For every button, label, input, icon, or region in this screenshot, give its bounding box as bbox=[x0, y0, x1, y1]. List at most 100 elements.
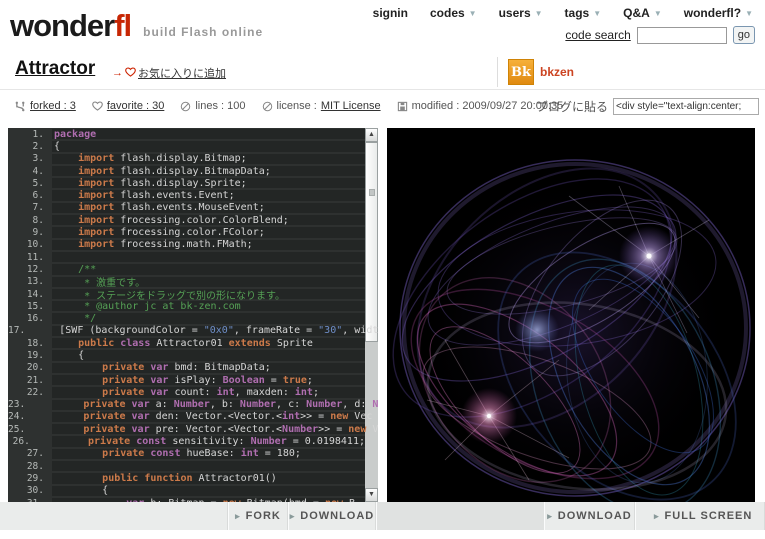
fork-icon bbox=[15, 101, 26, 112]
line-number: 19. bbox=[8, 350, 44, 361]
nav-wonderfl-[interactable]: wonderfl?▼ bbox=[684, 6, 753, 20]
nav-users[interactable]: users▼ bbox=[499, 6, 543, 20]
code-line: 22. private var count: int, maxden: int; bbox=[8, 386, 365, 398]
code-search-row: code search go bbox=[565, 26, 755, 44]
scrollbar-thumb[interactable] bbox=[365, 142, 378, 342]
code-line: 10. import frocessing.math.FMath; bbox=[8, 239, 365, 251]
code-line: 24. private var den: Vector.<Vector.<int… bbox=[8, 411, 365, 423]
editor-scrollbar[interactable]: ▲ ▼ bbox=[365, 128, 378, 502]
nav-label: signin bbox=[373, 6, 408, 20]
meta-lines: lines : 100 bbox=[180, 100, 245, 112]
line-number: 20. bbox=[8, 362, 44, 373]
flash-stage[interactable] bbox=[387, 128, 755, 502]
nav-label: tags bbox=[565, 6, 590, 20]
nav-label: Q&A bbox=[623, 6, 650, 20]
chevron-down-icon: ▼ bbox=[654, 9, 662, 18]
line-text: [SWF (backgroundColor = "0x0", frameRate… bbox=[35, 325, 378, 336]
meta-link[interactable]: favorite : 30 bbox=[107, 100, 164, 112]
line-text: import flash.events.MouseEvent; bbox=[54, 202, 265, 213]
line-text: import frocessing.color.ColorBlend; bbox=[54, 215, 289, 226]
line-text: { bbox=[54, 141, 60, 152]
author-avatar[interactable]: Bk bbox=[508, 59, 534, 85]
code-line: 31. var b: Bitmap = new Bitmap(bmd = new… bbox=[8, 497, 365, 502]
author-name-link[interactable]: bkzen bbox=[540, 65, 574, 79]
code-line: 16. */ bbox=[8, 312, 365, 324]
blog-embed-group: ブログに貼る bbox=[536, 98, 759, 115]
nav-signin[interactable]: signin bbox=[373, 6, 408, 20]
fork-button[interactable]: ▸ FORK bbox=[228, 502, 288, 530]
bottom-bar-spacer bbox=[0, 502, 228, 530]
line-text: private var count: int, maxden: int; bbox=[54, 387, 319, 398]
line-number: 22. bbox=[8, 387, 44, 398]
line-text: * @author jc at bk-zen.com bbox=[54, 301, 241, 312]
search-go-button[interactable]: go bbox=[733, 26, 755, 44]
line-text: import flash.display.Bitmap; bbox=[54, 153, 247, 164]
line-text: import frocessing.color.FColor; bbox=[54, 227, 265, 238]
download-swf-button[interactable]: ▸ DOWNLOAD bbox=[544, 502, 635, 530]
download-source-button[interactable]: ▸ DOWNLOAD bbox=[288, 502, 376, 530]
meta-items: forked : 3 favorite : 30 lines : 100 licens… bbox=[15, 100, 563, 112]
nav-tags[interactable]: tags▼ bbox=[565, 6, 602, 20]
line-number: 30. bbox=[8, 485, 44, 496]
line-number: 15. bbox=[8, 301, 44, 312]
meta-link[interactable]: forked : 3 bbox=[30, 100, 76, 112]
code-search-input[interactable] bbox=[637, 27, 727, 44]
title-bar: Attractor → お気に入りに追加 Bk bkzen bbox=[0, 54, 765, 90]
nav-label: wonderfl? bbox=[684, 6, 741, 20]
blog-embed-input[interactable] bbox=[613, 98, 759, 115]
add-to-favorites-link[interactable]: → お気に入りに追加 bbox=[112, 65, 226, 81]
code-editor[interactable]: 1.package2.{3. import flash.display.Bitm… bbox=[8, 128, 378, 502]
code-line: 8. import frocessing.color.ColorBlend; bbox=[8, 214, 365, 226]
code-line: 29. public function Attractor01() bbox=[8, 472, 365, 484]
code-line: 1.package bbox=[8, 128, 365, 140]
logo-text: wonderfl bbox=[10, 8, 131, 44]
scrollbar-grip bbox=[369, 189, 375, 196]
line-text: private var den: Vector.<Vector.<int>> =… bbox=[35, 411, 372, 422]
code-line: 26. private const sensitivity: Number = … bbox=[8, 435, 365, 447]
line-number: 11. bbox=[8, 252, 44, 263]
code-search-link[interactable]: code search bbox=[565, 28, 630, 42]
license-link[interactable]: MIT License bbox=[321, 100, 381, 112]
line-text: import flash.display.BitmapData; bbox=[54, 166, 271, 177]
nav-codes[interactable]: codes▼ bbox=[430, 6, 477, 20]
triangle-right-icon: ▸ bbox=[547, 511, 552, 522]
line-number: 31. bbox=[8, 498, 44, 502]
red-arrow-icon: → bbox=[112, 67, 123, 79]
line-number: 24. bbox=[8, 411, 25, 422]
code-line: 9. import frocessing.color.FColor; bbox=[8, 226, 365, 238]
site-logo[interactable]: wonderfl build Flash online bbox=[10, 8, 263, 44]
nav-q-a[interactable]: Q&A ▼ bbox=[623, 6, 662, 20]
line-number: 7. bbox=[8, 202, 44, 213]
chevron-down-icon: ▼ bbox=[535, 9, 543, 18]
meta-favorite[interactable]: favorite : 30 bbox=[92, 100, 164, 112]
code-line: 28. bbox=[8, 460, 365, 472]
line-number: 29. bbox=[8, 473, 44, 484]
line-number: 16. bbox=[8, 313, 44, 324]
scroll-down-icon[interactable]: ▼ bbox=[365, 488, 378, 502]
attractor-visualization bbox=[387, 128, 755, 502]
heart-plus-icon bbox=[125, 67, 136, 80]
line-number: 21. bbox=[8, 375, 44, 386]
line-number: 5. bbox=[8, 178, 44, 189]
code-line: 19. { bbox=[8, 349, 365, 361]
scroll-up-icon[interactable]: ▲ bbox=[365, 128, 378, 142]
meta-text: license : bbox=[277, 100, 317, 112]
triangle-right-icon: ▸ bbox=[290, 511, 295, 522]
full-screen-button[interactable]: ▸ FULL SCREEN bbox=[635, 502, 765, 530]
meta-forked[interactable]: forked : 3 bbox=[15, 100, 76, 112]
code-line: 18. public class Attractor01 extends Spr… bbox=[8, 337, 365, 349]
meta-text: lines : 100 bbox=[195, 100, 245, 112]
code-line: 2.{ bbox=[8, 140, 365, 152]
line-number: 28. bbox=[8, 461, 44, 472]
disk-icon bbox=[397, 101, 408, 112]
line-number: 12. bbox=[8, 264, 44, 275]
meta-bar: forked : 3 favorite : 30 lines : 100 licens… bbox=[0, 91, 765, 127]
site-tagline: build Flash online bbox=[143, 25, 263, 39]
line-number: 13. bbox=[8, 276, 44, 287]
top-nav: signincodes▼users▼tags▼Q&A▼wonderfl?▼ bbox=[373, 6, 753, 20]
author-block: Bk bkzen bbox=[497, 57, 574, 87]
line-text: private const hueBase: int = 180; bbox=[54, 448, 301, 459]
meta-license[interactable]: license : MIT License bbox=[262, 100, 381, 112]
line-number: 14. bbox=[8, 289, 44, 300]
page-title[interactable]: Attractor bbox=[15, 58, 95, 80]
